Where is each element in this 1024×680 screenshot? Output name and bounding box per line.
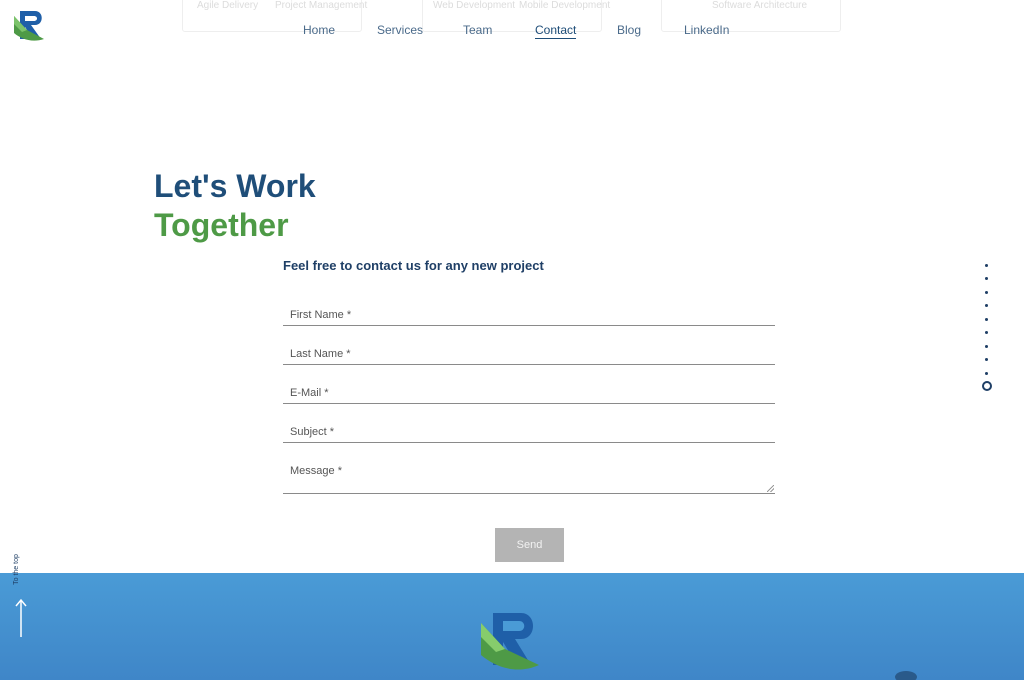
message-placeholder: Message *: [290, 465, 342, 477]
pager-dot[interactable]: [985, 372, 988, 375]
heading-line-2: Together: [154, 207, 289, 243]
arrow-up-icon: [15, 598, 27, 637]
last-name-field[interactable]: Last Name *: [283, 344, 775, 365]
pager-dot[interactable]: [985, 264, 988, 267]
card-text: Agile Delivery: [197, 0, 259, 11]
pager-dot-active[interactable]: [982, 381, 992, 391]
email-placeholder: E-Mail *: [290, 387, 329, 399]
message-field[interactable]: Message *: [283, 461, 775, 494]
footer-r-logo-icon: [479, 609, 545, 671]
pager-dot[interactable]: [985, 318, 988, 321]
to-top-label-wrap: To the top: [12, 552, 26, 590]
main-nav: Home Services Team Contact Blog LinkedIn: [0, 23, 1024, 43]
nav-linkedin[interactable]: LinkedIn: [684, 23, 729, 37]
send-button[interactable]: Send: [495, 528, 564, 562]
nav-services[interactable]: Services: [377, 23, 423, 37]
first-name-field[interactable]: First Name *: [283, 305, 775, 326]
chat-bubble-icon[interactable]: [895, 671, 917, 680]
pager-dot[interactable]: [985, 277, 988, 280]
subject-placeholder: Subject *: [290, 426, 335, 438]
pager-dot[interactable]: [985, 304, 988, 307]
nav-team[interactable]: Team: [463, 23, 492, 37]
resize-handle-icon[interactable]: [767, 485, 774, 492]
form-subtitle: Feel free to contact us for any new proj…: [283, 258, 544, 273]
card-text: Project Management: [275, 0, 368, 11]
last-name-placeholder: Last Name *: [290, 348, 351, 360]
nav-contact[interactable]: Contact: [535, 23, 577, 39]
email-field[interactable]: E-Mail *: [283, 383, 775, 404]
pager-dot[interactable]: [985, 331, 988, 334]
subject-field[interactable]: Subject *: [283, 422, 775, 443]
to-top-link[interactable]: To the top: [10, 552, 32, 642]
nav-blog[interactable]: Blog: [617, 23, 641, 37]
card-text: Web Development: [433, 0, 516, 11]
card-text: Mobile Development: [519, 0, 611, 11]
card-text: Software Architecture: [712, 0, 808, 11]
first-name-placeholder: First Name *: [290, 309, 352, 321]
pager-dot[interactable]: [985, 358, 988, 361]
nav-home[interactable]: Home: [303, 23, 335, 37]
heading-line-1: Let's Work: [154, 168, 316, 204]
pager-dot[interactable]: [985, 345, 988, 348]
footer: [0, 573, 1024, 680]
to-top-label: To the top: [12, 554, 20, 585]
pager-dot[interactable]: [985, 291, 988, 294]
